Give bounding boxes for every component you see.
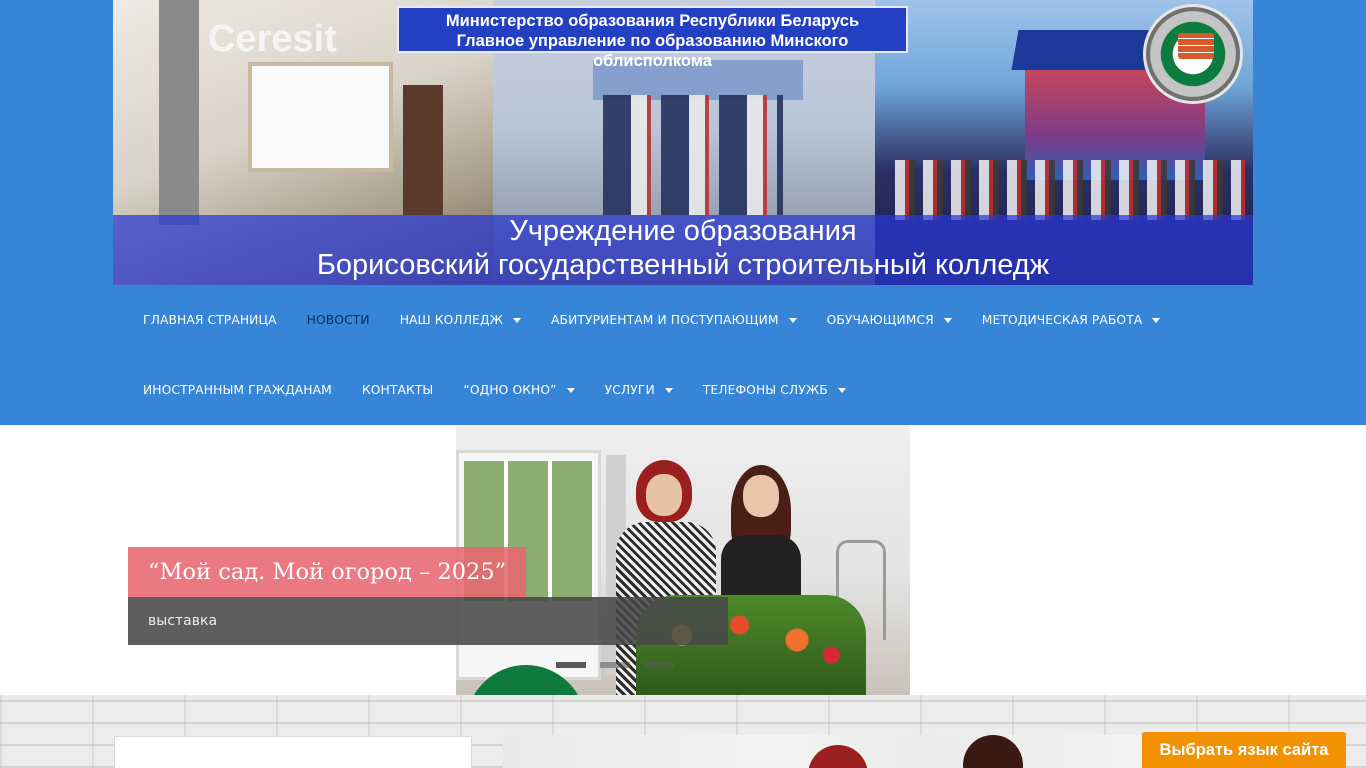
caret-down-icon [943, 317, 952, 323]
language-select-button[interactable]: Выбрать язык сайта [1142, 732, 1346, 768]
caret-down-icon [566, 387, 575, 393]
nav-item-наш-колледж[interactable]: НАШ КОЛЛЕДЖ [399, 313, 522, 327]
nav-item-label: АБИТУРИЕНТАМ И ПОСТУПАЮЩИМ [551, 313, 779, 327]
caret-down-icon [788, 317, 797, 323]
nav-item-обучающимся[interactable]: ОБУЧАЮЩИМСЯ [827, 313, 952, 327]
slider-dot[interactable] [556, 662, 586, 668]
institution-line-1: Учреждение образования [509, 215, 857, 247]
nav-item-label: МЕТОДИЧЕСКАЯ РАБОТА [981, 313, 1143, 327]
nav-row-2: ИНОСТРАННЫМ ГРАЖДАНАМ КОНТАКТЫ “ОДНО ОКНО”… [113, 355, 876, 425]
whiteboard [248, 62, 393, 172]
ceresit-banner [159, 0, 199, 225]
sidebar-widget [114, 736, 472, 768]
students-group [603, 95, 783, 215]
nav-item-одно-окно[interactable]: “ОДНО ОКНО” [463, 383, 575, 397]
post-thumbnail[interactable] [503, 735, 1203, 768]
institution-line-2: Борисовский государственный строительный… [316, 249, 1050, 281]
nav-item-label: НОВОСТИ [306, 313, 370, 327]
nav-item-label: УСЛУГИ [604, 383, 655, 397]
nav-item-методическая-работа[interactable]: МЕТОДИЧЕСКАЯ РАБОТА [982, 313, 1161, 327]
caret-down-icon [664, 387, 673, 393]
door [403, 85, 443, 215]
slide-caption: выставка [128, 597, 728, 645]
slider-pagination [556, 662, 674, 668]
caret-down-icon [513, 317, 522, 323]
main-navigation: ГЛАВНАЯ СТРАНИЦА НОВОСТИ НАШ КОЛЛЕДЖ АБИТУР… [113, 285, 1253, 425]
caret-down-icon [837, 387, 846, 393]
caret-down-icon [1152, 317, 1161, 323]
slide-title[interactable]: “Мой сад. Мой огород – 2025” [128, 547, 527, 597]
nav-item-услуги[interactable]: УСЛУГИ [605, 383, 673, 397]
nav-item-главная-страница[interactable]: ГЛАВНАЯ СТРАНИЦА [143, 313, 277, 327]
header-banner: Ceresit Министерство образования Республ… [113, 0, 1253, 285]
nav-item-label: ИНОСТРАННЫМ ГРАЖДАНАМ [143, 383, 332, 397]
ministry-line-2: Главное управление по образованию Минско… [456, 32, 849, 70]
nav-item-label: ГЛАВНАЯ СТРАНИЦА [143, 313, 277, 327]
bricks-icon [1178, 33, 1214, 59]
college-logo-icon[interactable] [1143, 4, 1243, 104]
nav-item-контакты[interactable]: КОНТАКТЫ [362, 383, 433, 397]
ministry-caption: Министерство образования Республики Бела… [397, 6, 908, 70]
nav-item-телефоны-служб[interactable]: ТЕЛЕФОНЫ СЛУЖБ [703, 383, 846, 397]
slider-dot[interactable] [644, 662, 674, 668]
nav-item-label: “ОДНО ОКНО” [463, 383, 557, 397]
nav-item-иностранным-гражданам[interactable]: ИНОСТРАННЫМ ГРАЖДАНАМ [143, 383, 332, 397]
ceresit-logo-text: Ceresit [208, 18, 337, 60]
nav-item-label: ОБУЧАЮЩИМСЯ [826, 313, 934, 327]
nav-item-label: НАШ КОЛЛЕДЖ [399, 313, 504, 327]
slider-dot[interactable] [600, 662, 630, 668]
performers-crowd [895, 160, 1245, 220]
nav-item-label: ТЕЛЕФОНЫ СЛУЖБ [702, 383, 828, 397]
nav-item-label: КОНТАКТЫ [361, 383, 434, 397]
nav-item-новости[interactable]: НОВОСТИ [307, 313, 370, 327]
institution-title: Учреждение образования Борисовский госуд… [113, 215, 1253, 285]
nav-row-1: ГЛАВНАЯ СТРАНИЦА НОВОСТИ НАШ КОЛЛЕДЖ АБИТУР… [113, 285, 1190, 355]
ministry-line-1: Министерство образования Республики Бела… [445, 12, 860, 30]
nav-item-абитуриентам-и-поступающим[interactable]: АБИТУРИЕНТАМ И ПОСТУПАЮЩИМ [551, 313, 797, 327]
